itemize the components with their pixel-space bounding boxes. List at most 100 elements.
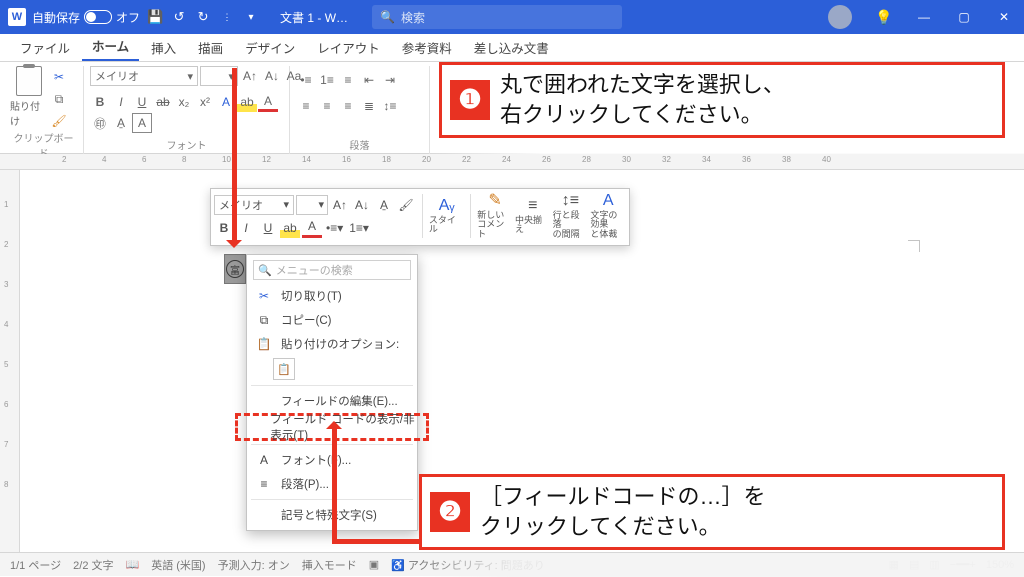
paste-button[interactable]: 貼り付け bbox=[10, 66, 48, 128]
vertical-ruler[interactable]: 12 34 56 78 bbox=[0, 170, 20, 552]
font-name-select[interactable]: メイリオ▾ bbox=[90, 66, 198, 86]
mini-font-select[interactable]: メイリオ▾ bbox=[214, 195, 294, 215]
qat-customize-icon[interactable]: ▾ bbox=[242, 8, 260, 26]
enclose-char-icon[interactable]: ㊞ bbox=[90, 113, 110, 133]
mini-numbering[interactable]: 1≡▾ bbox=[347, 218, 371, 238]
title-bar: W 自動保存 オフ 💾 ↺ ↻ ⋮ ▾ 文書 1 - W… 🔍 検索 💡 — ▢… bbox=[0, 0, 1024, 34]
arrow-1 bbox=[232, 68, 237, 244]
mini-text-effects[interactable]: A文字の効果 と体裁 bbox=[590, 192, 626, 240]
document-title: 文書 1 - W… bbox=[280, 9, 348, 26]
format-painter-icon[interactable]: 🖌 bbox=[50, 112, 68, 130]
char-border-icon[interactable]: A bbox=[132, 113, 152, 133]
align-right-icon[interactable]: ≡ bbox=[338, 96, 358, 116]
minimize-button[interactable]: — bbox=[904, 0, 944, 34]
user-avatar[interactable] bbox=[828, 5, 852, 29]
mini-center[interactable]: ≡中央揃え bbox=[515, 197, 551, 235]
shrink-font-icon[interactable]: A↓ bbox=[262, 66, 282, 86]
tab-design[interactable]: デザイン bbox=[235, 34, 305, 61]
decrease-indent-icon[interactable]: ⇤ bbox=[359, 70, 379, 90]
word-icon: W bbox=[8, 8, 26, 26]
grow-font-icon[interactable]: A↑ bbox=[240, 66, 260, 86]
font-a-icon: A bbox=[255, 453, 273, 467]
phonetic-guide-icon[interactable]: A̱ bbox=[111, 113, 131, 133]
font-group-label: フォント bbox=[90, 137, 283, 154]
horizontal-ruler[interactable]: 24 68 1012 1416 1820 2224 2628 3032 3436… bbox=[0, 154, 1024, 170]
paragraph-icon: ≡ bbox=[255, 477, 273, 491]
qat-more-icon[interactable]: ⋮ bbox=[218, 8, 236, 26]
mini-size-select[interactable]: ▾ bbox=[296, 195, 328, 215]
selected-enclosed-character[interactable]: 富 bbox=[224, 254, 246, 284]
ctx-copy[interactable]: ⧉コピー(C) bbox=[247, 308, 417, 332]
subscript-button[interactable]: x₂ bbox=[174, 92, 194, 112]
status-bar: 1/1 ページ 2/2 文字 📖 英語 (米国) 予測入力: オン 挿入モード … bbox=[0, 552, 1024, 576]
mini-italic[interactable]: I bbox=[236, 218, 256, 238]
highlight-icon[interactable]: ab bbox=[237, 92, 257, 112]
status-predict[interactable]: 予測入力: オン bbox=[218, 557, 290, 573]
cut-icon[interactable]: ✂ bbox=[50, 68, 68, 86]
save-icon[interactable]: 💾 bbox=[146, 8, 164, 26]
tab-file[interactable]: ファイル bbox=[10, 34, 80, 61]
tab-layout[interactable]: レイアウト bbox=[307, 34, 390, 61]
mini-shrink-font[interactable]: A↓ bbox=[352, 195, 372, 215]
numbering-icon[interactable]: 1≡ bbox=[317, 70, 337, 90]
paste-icon bbox=[16, 66, 42, 96]
page-margin-indicator bbox=[908, 240, 920, 252]
mini-highlight[interactable]: ab bbox=[280, 218, 300, 238]
mini-phonetic[interactable]: A̱ bbox=[374, 195, 394, 215]
increase-indent-icon[interactable]: ⇥ bbox=[380, 70, 400, 90]
mini-new-comment[interactable]: ✎新しい コメント bbox=[477, 192, 513, 240]
tab-references[interactable]: 参考資料 bbox=[392, 34, 462, 61]
justify-icon[interactable]: ≣ bbox=[359, 96, 379, 116]
callout-1: ❶ 丸で囲われた文字を選択し、 右クリックしてください。 bbox=[439, 62, 1005, 138]
ctx-paste-option-keep[interactable]: 📋 bbox=[247, 356, 417, 382]
multilevel-icon[interactable]: ≡ bbox=[338, 70, 358, 90]
align-center-icon[interactable]: ≡ bbox=[317, 96, 337, 116]
search-icon: 🔍 bbox=[380, 10, 395, 24]
tab-insert[interactable]: 挿入 bbox=[141, 34, 186, 61]
underline-button[interactable]: U bbox=[132, 92, 152, 112]
copy-icon[interactable]: ⧉ bbox=[50, 90, 68, 108]
strike-button[interactable]: ab bbox=[153, 92, 173, 112]
tab-mailings[interactable]: 差し込み文書 bbox=[464, 34, 559, 61]
ribbon-tabs: ファイル ホーム 挿入 描画 デザイン レイアウト 参考資料 差し込み文書 bbox=[0, 34, 1024, 62]
ctx-paste-options-label: 📋貼り付けのオプション: bbox=[247, 332, 417, 356]
paragraph-group-label: 段落 bbox=[296, 137, 423, 154]
callout-number-2: ❷ bbox=[430, 492, 470, 532]
tab-home[interactable]: ホーム bbox=[82, 32, 139, 61]
autosave-toggle[interactable]: 自動保存 オフ bbox=[32, 9, 140, 26]
status-words[interactable]: 2/2 文字 bbox=[73, 557, 113, 573]
mini-grow-font[interactable]: A↑ bbox=[330, 195, 350, 215]
font-color-icon[interactable]: A bbox=[258, 92, 278, 112]
bullets-icon[interactable]: •≡ bbox=[296, 70, 316, 90]
mini-bold[interactable]: B bbox=[214, 218, 234, 238]
callout-number-1: ❶ bbox=[450, 80, 490, 120]
mini-line-spacing[interactable]: ↕≡行と段落 の間隔 bbox=[553, 192, 589, 240]
mini-style-button[interactable]: Aᵧスタイル bbox=[429, 197, 465, 235]
status-language[interactable]: 英語 (米国) bbox=[151, 557, 205, 573]
ctx-edit-field[interactable]: フィールドの編集(E)... bbox=[247, 389, 417, 413]
help-icon[interactable]: 💡 bbox=[864, 0, 904, 34]
align-left-icon[interactable]: ≡ bbox=[296, 96, 316, 116]
search-box[interactable]: 🔍 検索 bbox=[372, 5, 622, 29]
mini-underline[interactable]: U bbox=[258, 218, 278, 238]
status-macro-icon[interactable]: ▣ bbox=[369, 558, 379, 571]
redo-icon[interactable]: ↻ bbox=[194, 8, 212, 26]
close-button[interactable]: ✕ bbox=[984, 0, 1024, 34]
arrow-2-horizontal bbox=[332, 539, 420, 544]
context-search[interactable]: 🔍メニューの検索 bbox=[253, 260, 411, 280]
superscript-button[interactable]: x² bbox=[195, 92, 215, 112]
status-page[interactable]: 1/1 ページ bbox=[10, 557, 61, 573]
paste-icon: 📋 bbox=[255, 337, 273, 351]
mini-font-color[interactable]: A bbox=[302, 218, 322, 238]
undo-icon[interactable]: ↺ bbox=[170, 8, 188, 26]
mini-format-painter[interactable]: 🖌 bbox=[396, 195, 416, 215]
status-proofing-icon[interactable]: 📖 bbox=[126, 558, 140, 571]
tab-draw[interactable]: 描画 bbox=[188, 34, 233, 61]
status-insert[interactable]: 挿入モード bbox=[302, 557, 357, 573]
maximize-button[interactable]: ▢ bbox=[944, 0, 984, 34]
italic-button[interactable]: I bbox=[111, 92, 131, 112]
ctx-cut[interactable]: ✂切り取り(T) bbox=[247, 284, 417, 308]
line-spacing-icon[interactable]: ↕≡ bbox=[380, 96, 400, 116]
mini-bullets[interactable]: •≡▾ bbox=[324, 218, 345, 238]
bold-button[interactable]: B bbox=[90, 92, 110, 112]
